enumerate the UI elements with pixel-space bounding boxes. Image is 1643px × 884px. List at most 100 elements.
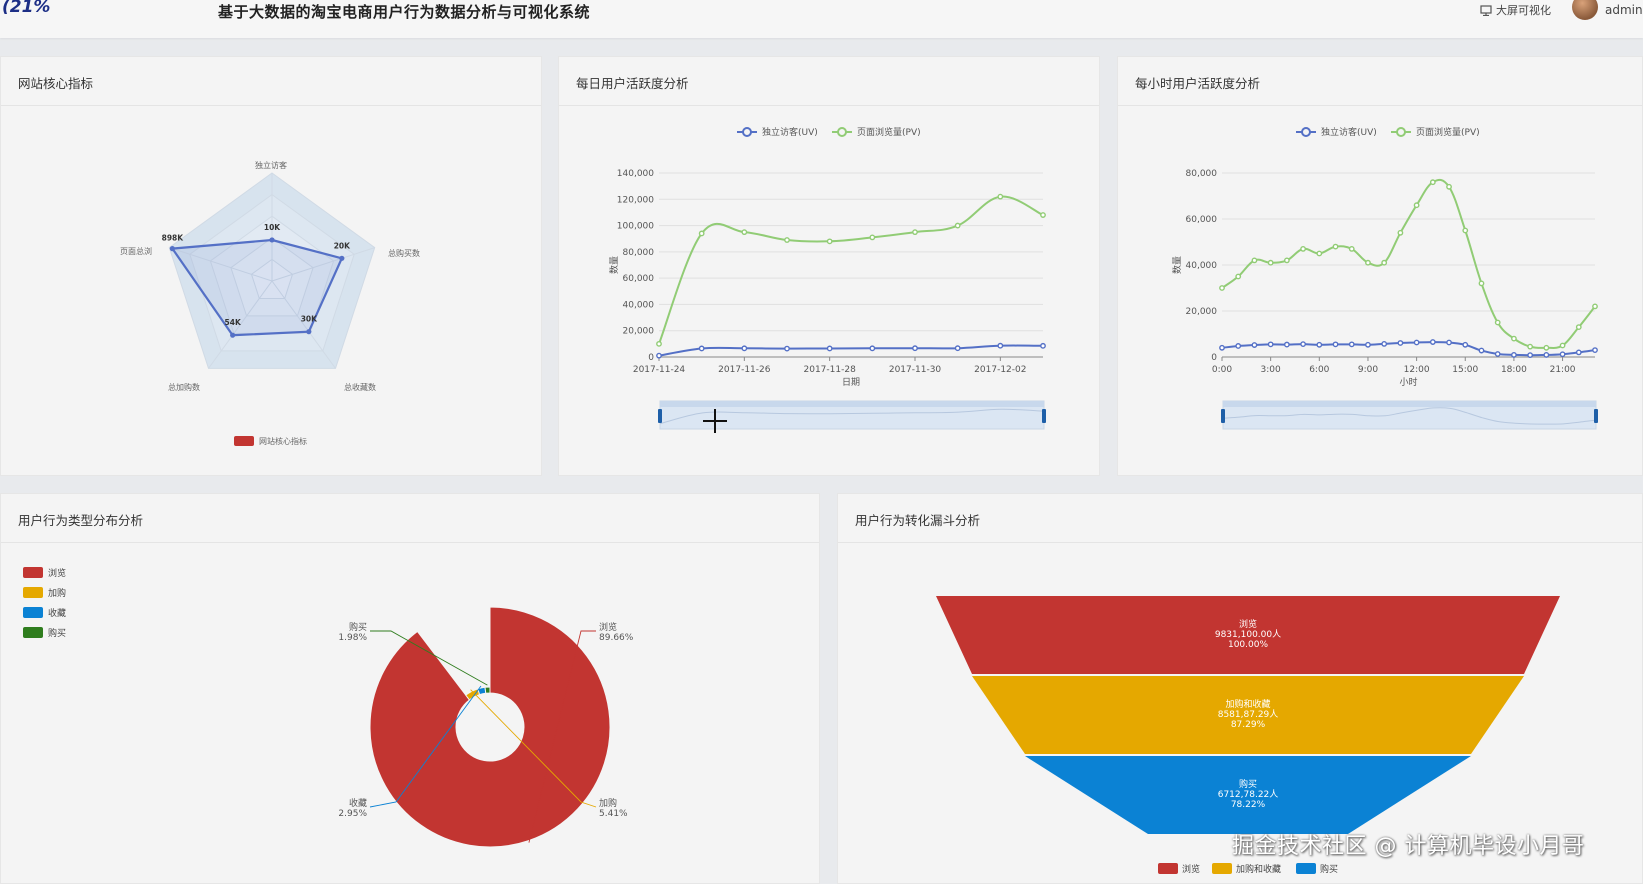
data-point — [1559, 342, 1566, 349]
funnel-chart[interactable]: 浏览9831,100.00人100.00%加购和收藏8581,87.29人87.… — [838, 494, 1643, 884]
data-point — [1300, 245, 1306, 252]
y-tick-label: 60,000 — [1186, 215, 1218, 225]
data-point — [698, 230, 705, 237]
data-point — [869, 234, 876, 241]
data-point — [912, 229, 918, 236]
data-point — [1235, 273, 1242, 280]
core-metrics-panel: 网站核心指标 独立访客 总购买数 总收藏数 总加购数 页面总浏 10K 20K 30K 54K 8… — [0, 56, 542, 476]
data-point — [1559, 351, 1566, 358]
data-point — [656, 352, 662, 359]
radar-chart[interactable]: 独立访客总购买数总收藏数总加购数页面总浏10K20K30K54K898K网站核心… — [1, 57, 543, 477]
pie-label-percent: 1.98% — [338, 633, 367, 643]
funnel-stage-value: 6712,78.22人 — [1218, 789, 1279, 800]
y-tick-label: 40,000 — [623, 300, 655, 310]
zoom-handle-right — [1042, 409, 1046, 423]
legend-label: 独立访客(UV) — [762, 126, 818, 138]
data-point — [1592, 303, 1598, 310]
y-tick-label: 0 — [648, 353, 654, 363]
legend-label: 页面浏览量(PV) — [857, 126, 921, 138]
legend-swatch — [23, 567, 43, 578]
data-point — [1235, 343, 1242, 349]
data-point — [1494, 319, 1501, 326]
funnel-stage-name: 加购和收藏 — [1225, 698, 1270, 710]
x-tick-label: 2017-12-02 — [974, 365, 1026, 375]
data-point — [1429, 179, 1436, 186]
radar-value-label: 898K — [162, 234, 185, 243]
legend-label: 浏览 — [1182, 863, 1200, 875]
radar-point — [306, 329, 312, 335]
radar-indicator-label: 总购买数 — [388, 248, 420, 258]
hourly-activity-panel: 每小时用户活跃度分析 独立访客(UV) 页面浏览量(PV) 0 20,000 40,00… — [1117, 56, 1643, 476]
data-point — [1040, 212, 1046, 218]
y-tick-label: 100,000 — [617, 222, 654, 232]
y-tick-label: 20,000 — [1186, 307, 1218, 317]
data-point — [1365, 259, 1371, 266]
username[interactable]: admin — [1605, 3, 1643, 17]
legend-swatch — [23, 607, 43, 618]
radar-value-label: 54K — [225, 318, 242, 327]
behavior-pie-chart[interactable]: 浏览加购收藏购买浏览89.66%加购5.41%收藏2.95%购买1.98% — [1, 494, 821, 884]
y-tick-label: 80,000 — [623, 248, 655, 258]
x-tick-label: 18:00 — [1501, 365, 1527, 375]
data-point — [656, 340, 662, 347]
big-screen-link[interactable]: 大屏可视化 — [1480, 2, 1551, 18]
app-title: 基于大数据的淘宝电商用户行为数据分析与可视化系统 — [218, 3, 591, 21]
y-tick-label: 120,000 — [617, 195, 654, 205]
data-point — [1348, 245, 1355, 252]
data-point — [1283, 257, 1290, 264]
daily-line-chart[interactable]: 独立访客(UV) 页面浏览量(PV) 0 20,000 40,000 60,000 80,0… — [559, 57, 1101, 477]
pie-label-percent: 2.95% — [338, 809, 367, 819]
behavior-type-panel: 用户行为类型分布分析 浏览 加购 收藏 购买 浏览 89.66% 加购 5.41% 收藏 2.95… — [0, 493, 820, 884]
data-point — [1365, 341, 1371, 348]
data-point — [1040, 342, 1046, 349]
avatar[interactable] — [1572, 0, 1598, 20]
x-tick-label: 3:00 — [1261, 365, 1281, 375]
data-point — [1316, 341, 1323, 348]
data-point — [1446, 339, 1452, 346]
pie-label-name: 购买 — [349, 621, 367, 633]
pie-label-name: 加购 — [599, 797, 617, 809]
pie-label-name: 浏览 — [599, 621, 617, 633]
data-point — [912, 345, 918, 352]
funnel-stage-percent: 87.29% — [1231, 720, 1266, 730]
data-point — [1575, 349, 1582, 356]
x-tick-label: 21:00 — [1550, 365, 1576, 375]
hourly-line-chart[interactable]: 独立访客(UV) 页面浏览量(PV) 0 20,000 40,000 60,000 80,0… — [1118, 57, 1643, 477]
data-point — [954, 222, 961, 229]
data-point — [1397, 340, 1404, 346]
zoom-handle-left — [1221, 409, 1225, 423]
legend-label: 页面浏览量(PV) — [1416, 126, 1480, 138]
data-point — [1478, 280, 1485, 287]
radar-indicator-label: 页面总浏 — [120, 246, 152, 256]
data-point — [1511, 352, 1517, 358]
funnel-stage-percent: 78.22% — [1231, 800, 1266, 810]
zoom-slider-selection — [1223, 401, 1596, 407]
legend-swatch — [23, 587, 43, 598]
x-axis-label: 小时 — [1399, 376, 1417, 388]
x-tick-label: 0:00 — [1212, 365, 1232, 375]
data-point — [1332, 243, 1339, 250]
data-point — [826, 238, 833, 245]
x-axis-label: 日期 — [842, 377, 860, 388]
y-tick-label: 140,000 — [617, 169, 654, 179]
x-tick-label: 15:00 — [1452, 365, 1478, 375]
data-point — [1413, 202, 1420, 209]
data-point — [741, 229, 748, 236]
pie-slice-购买 — [484, 686, 491, 694]
legend-marker — [1396, 127, 1406, 137]
data-point — [869, 345, 876, 352]
funnel-stage-value: 9831,100.00人 — [1215, 629, 1281, 640]
data-point — [1527, 343, 1534, 350]
x-tick-label: 2017-11-28 — [804, 365, 857, 375]
zoom-handle-left — [658, 409, 662, 423]
zoom-handle-right — [1594, 409, 1598, 423]
monitor-icon — [1480, 4, 1492, 16]
radar-point — [339, 255, 345, 261]
data-point — [784, 345, 790, 352]
data-point — [1316, 250, 1323, 257]
legend-label: 浏览 — [48, 567, 66, 579]
y-tick-label: 80,000 — [1186, 169, 1218, 179]
pie-slice-浏览 — [369, 606, 611, 848]
x-tick-label: 2017-11-30 — [889, 365, 942, 375]
radar-indicator-label: 总加购数 — [168, 382, 200, 392]
